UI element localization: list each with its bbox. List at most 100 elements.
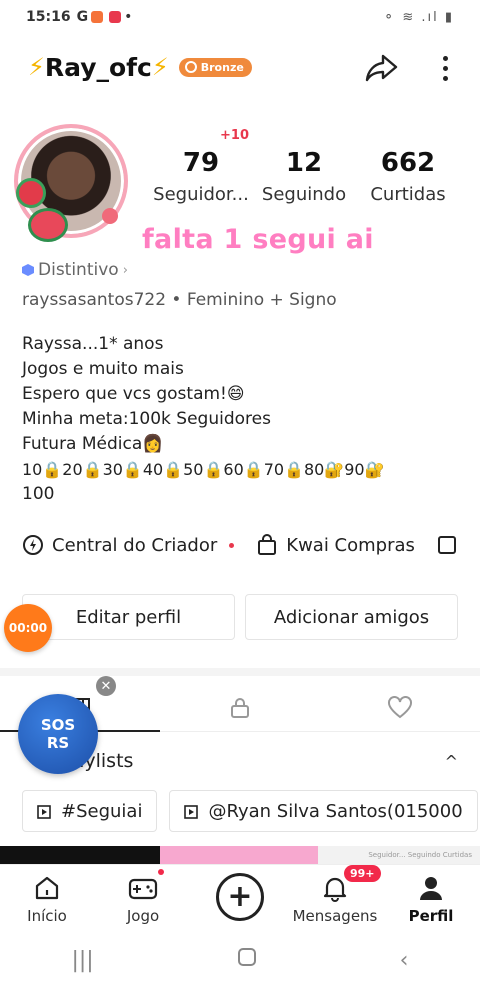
chevron-up-icon[interactable]: ^: [445, 752, 458, 771]
nav-messages-label: Mensagens: [292, 907, 378, 925]
plus-icon: +: [227, 879, 253, 914]
gamepad-icon: [128, 878, 158, 900]
followers-increase: +10: [220, 128, 249, 143]
recent-apps-icon[interactable]: |||: [71, 948, 93, 973]
profile-avatar[interactable]: [14, 124, 128, 242]
playlist-chips: #Seguiai @Ryan Silva Santos(015000: [22, 790, 480, 832]
kwai-shop-link[interactable]: Kwai Compras: [256, 534, 415, 556]
share-button[interactable]: [362, 48, 402, 88]
messages-badge: 99+: [344, 865, 381, 882]
system-status-icons: ⚬ ≋ .ıl ▮: [383, 9, 454, 25]
followers-count: 79: [182, 148, 220, 178]
flower-decoration: [102, 208, 118, 224]
more-options-button[interactable]: [430, 48, 460, 88]
profile-bio: Rayssa...1* anos Jogos e muito mais Espe…: [22, 332, 460, 507]
playlist-icon: [184, 805, 199, 819]
profile-stats: +10 79 Seguidor... 12 Seguindo 662 Curti…: [146, 128, 462, 218]
bottom-navigation: Início Jogo + Mensagens 99+ Perfil: [0, 864, 480, 930]
distintivo-link[interactable]: Distintivo ›: [22, 260, 128, 280]
medal-icon: [184, 61, 197, 73]
nav-home-label: Início: [27, 907, 67, 925]
flower-decoration: [16, 178, 46, 208]
kwai-shop-label: Kwai Compras: [286, 534, 415, 556]
followers-label: Seguidor...: [153, 184, 249, 205]
nav-game-label: Jogo: [126, 907, 160, 925]
stat-following[interactable]: 12 Seguindo: [258, 148, 350, 205]
more-dot: [442, 75, 448, 81]
bio-line: Minha meta:100k Seguidores: [22, 409, 271, 429]
following-label: Seguindo: [261, 184, 347, 205]
playlist-chip-label: #Seguiai: [61, 800, 143, 822]
video-thumb[interactable]: Seguidor... Seguindo Curtidas: [318, 846, 480, 864]
create-button[interactable]: +: [216, 873, 264, 921]
distintivo-label: Distintivo: [38, 260, 119, 280]
app-notification-icon-2: [109, 11, 122, 23]
system-navigation-bar: ||| ‹: [0, 930, 480, 990]
heart-icon: [388, 696, 412, 719]
profile-header: ⚡ Ray_ofc ⚡ Bronze: [28, 44, 460, 90]
video-thumb[interactable]: [160, 846, 318, 864]
video-thumb[interactable]: [0, 846, 160, 864]
profile-meta: rayssasantos722 • Feminino + Signo: [22, 290, 337, 310]
timer-bubble[interactable]: 00:00: [4, 604, 52, 652]
game-new-dot: [158, 869, 164, 875]
playlist-chip-label: @Ryan Silva Santos(015000: [208, 800, 463, 822]
more-links-item[interactable]: [437, 534, 457, 556]
sos-rs-floating-button[interactable]: SOS RS: [18, 694, 98, 774]
section-divider: [0, 668, 480, 676]
thumb-caption: Seguidor... Seguindo Curtidas: [368, 851, 472, 859]
more-dot: [442, 55, 448, 61]
add-friends-button[interactable]: Adicionar amigos: [245, 594, 458, 640]
share-icon: [365, 54, 398, 82]
nav-home[interactable]: Início: [2, 873, 92, 925]
badge-label: Bronze: [200, 60, 244, 74]
home-icon: [35, 876, 59, 900]
status-time: 15:16: [26, 9, 71, 25]
chevron-right-icon: ›: [122, 262, 128, 278]
creator-center-icon: [23, 535, 43, 555]
overlay-caption: falta 1 segui ai: [142, 224, 374, 255]
playlist-icon: [37, 805, 51, 819]
rs-label: RS: [46, 734, 70, 752]
flower-decoration: [28, 208, 68, 242]
lock-icon: [231, 698, 249, 718]
bio-line: 100: [22, 484, 55, 504]
playlist-chip[interactable]: #Seguiai: [22, 790, 158, 832]
bio-line: Espero que vcs gostam!😄: [22, 384, 245, 404]
stat-likes[interactable]: 662 Curtidas: [360, 148, 456, 205]
profile-username: Ray_ofc: [44, 52, 152, 82]
tab-liked[interactable]: [320, 688, 480, 728]
bronze-badge[interactable]: Bronze: [178, 57, 252, 77]
bio-line: Jogos e muito mais: [22, 359, 184, 379]
likes-label: Curtidas: [370, 184, 446, 205]
truncated-link-icon: [437, 536, 456, 554]
bolt-icon: ⚡: [28, 53, 45, 81]
shopping-bag-icon: [258, 534, 277, 555]
app-notification-icon: [91, 11, 104, 23]
profile-actions: Editar perfil Adicionar amigos: [22, 594, 458, 640]
home-system-icon[interactable]: [237, 947, 257, 973]
bolt-icon-2: ⚡: [151, 53, 169, 81]
stat-followers[interactable]: 79 Seguidor...: [146, 148, 256, 205]
more-dot: [442, 65, 448, 71]
following-count: 12: [285, 148, 323, 178]
tab-private[interactable]: [160, 688, 320, 728]
bio-line: Futura Médica👩: [22, 434, 164, 454]
nav-profile[interactable]: Perfil: [386, 873, 476, 925]
likes-count: 662: [380, 148, 436, 178]
profile-icon: [420, 877, 442, 900]
profile-links: Central do Criador Kwai Compras: [22, 530, 480, 560]
bio-line: 10🔒20🔒30🔒40🔒50🔒60🔒70🔒80🔐90🔐: [22, 460, 385, 479]
edit-profile-button[interactable]: Editar perfil: [22, 594, 235, 640]
video-preview-strip: Seguidor... Seguindo Curtidas: [0, 846, 480, 864]
nav-game[interactable]: Jogo: [98, 873, 188, 925]
close-icon[interactable]: ✕: [96, 676, 116, 696]
status-bar: 15:16 G • ⚬ ≋ .ıl ▮: [0, 0, 480, 34]
hexagon-icon: [22, 264, 34, 276]
dot-icon: •: [124, 9, 133, 25]
playlist-chip[interactable]: @Ryan Silva Santos(015000: [169, 790, 478, 832]
creator-center-link[interactable]: Central do Criador: [22, 534, 235, 556]
back-icon[interactable]: ‹: [400, 948, 409, 973]
google-icon: G: [76, 9, 89, 25]
creator-center-label: Central do Criador: [52, 534, 218, 556]
